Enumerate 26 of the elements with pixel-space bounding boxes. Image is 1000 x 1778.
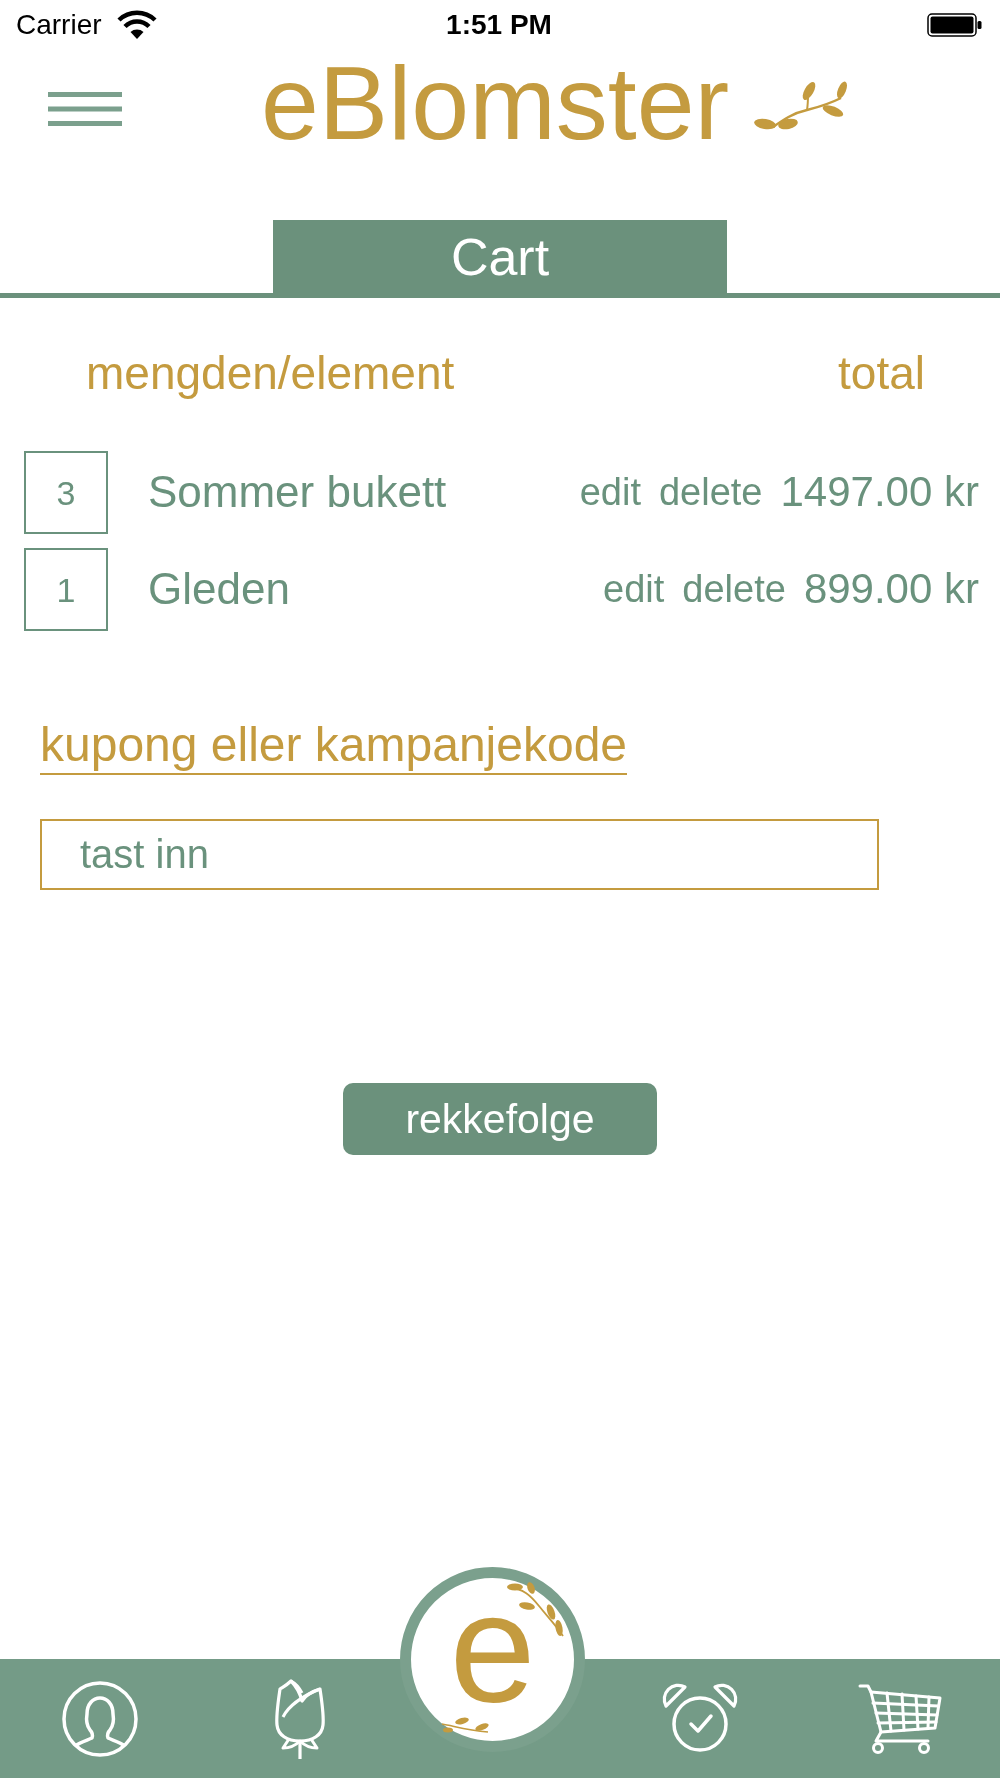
logo-button[interactable]: e <box>400 1567 585 1752</box>
item-total: 1497.00 kr <box>780 468 979 517</box>
column-header: mengden/element <box>86 346 455 401</box>
page-tab[interactable]: Cart <box>273 220 727 293</box>
coupon-link[interactable]: kupong eller kampanjekode <box>40 721 628 775</box>
item-name: Sommer bukett <box>148 467 447 518</box>
wifi-icon <box>115 10 158 40</box>
column-header: total <box>838 346 925 401</box>
battery-icon <box>927 13 982 37</box>
item-total: 899.00 kr <box>803 565 979 614</box>
edit-link[interactable]: edit <box>579 470 641 515</box>
app-logo: eBlomster <box>261 51 730 155</box>
time-label: 1:51 PM <box>446 11 552 39</box>
edit-link[interactable]: edit <box>603 567 665 612</box>
coupon-input-field[interactable]: tast inn <box>40 819 879 890</box>
person-icon[interactable] <box>62 1680 138 1757</box>
quantity-field[interactable]: 1 <box>24 548 108 631</box>
shopping-cart-icon[interactable] <box>858 1682 942 1755</box>
rose-icon[interactable] <box>273 1676 327 1761</box>
item-name: Gleden <box>148 564 290 615</box>
quantity-field[interactable]: 3 <box>24 451 108 534</box>
delete-link[interactable]: delete <box>682 567 786 612</box>
carrier-label: Carrier <box>16 11 102 39</box>
menu-icon[interactable] <box>48 92 122 126</box>
delete-link[interactable]: delete <box>658 470 763 515</box>
order-button[interactable]: rekkefolge <box>343 1083 657 1155</box>
